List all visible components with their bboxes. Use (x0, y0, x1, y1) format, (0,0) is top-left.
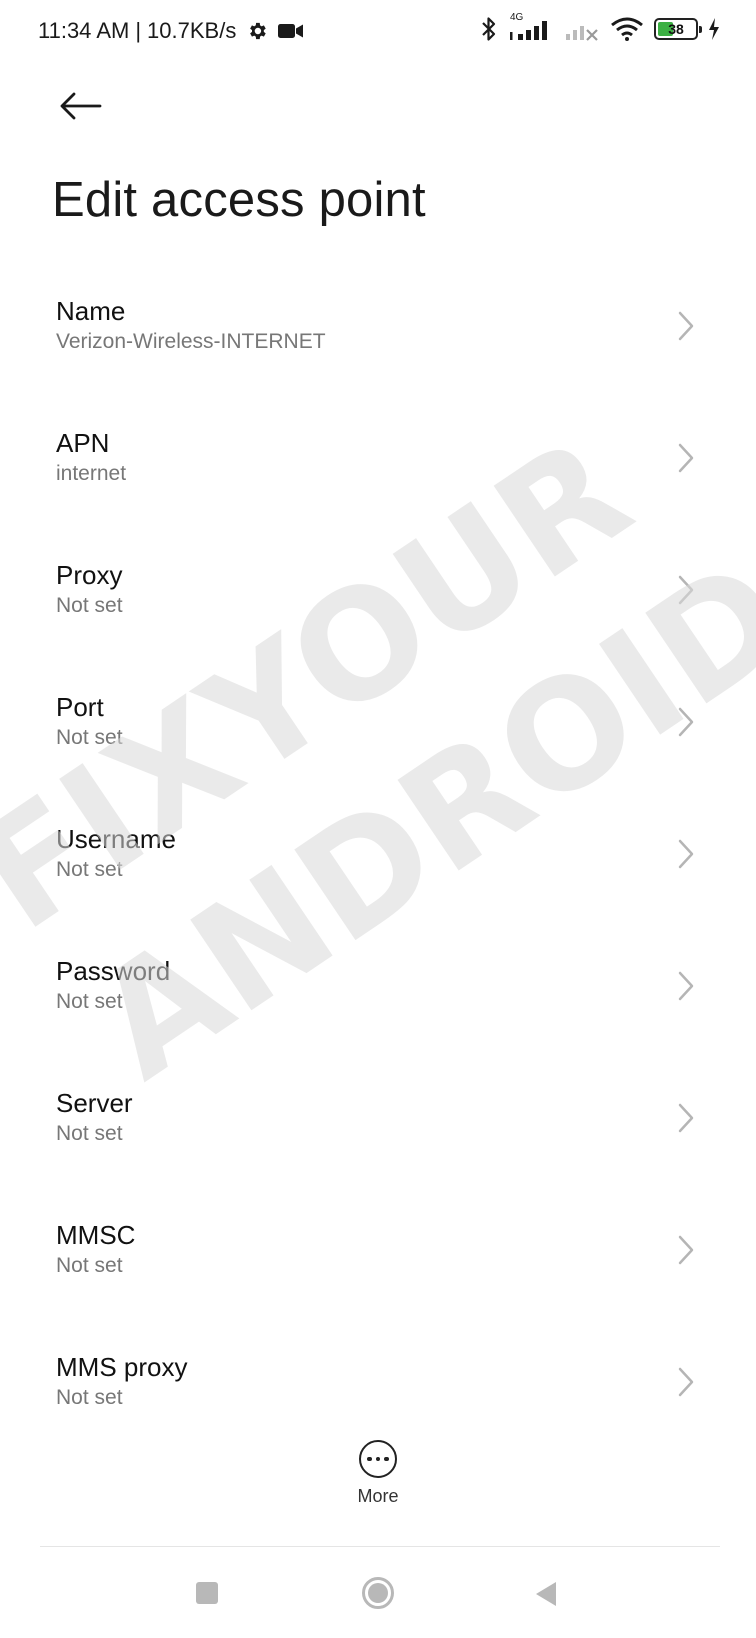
setting-row-mmsc[interactable]: MMSC Not set (0, 1194, 756, 1326)
status-right: 4G 38 (480, 12, 720, 42)
setting-value: Not set (56, 594, 123, 617)
chevron-right-icon (678, 971, 694, 1001)
setting-value: Not set (56, 990, 123, 1013)
setting-value: Verizon-Wireless-INTERNET (56, 330, 326, 353)
setting-row-server[interactable]: Server Not set (0, 1062, 756, 1194)
more-button[interactable]: More (338, 1440, 418, 1518)
more-label: More (357, 1486, 399, 1506)
more-dots-icon (359, 1440, 397, 1478)
setting-row-name[interactable]: Name Verizon-Wireless-INTERNET (0, 270, 756, 402)
status-bar: 11:34 AM | 10.7KB/s 4G 38 (0, 0, 756, 66)
settings-list: Name Verizon-Wireless-INTERNET APN inter… (0, 270, 756, 1458)
setting-label: Port (56, 692, 104, 722)
setting-row-password[interactable]: Password Not set (0, 930, 756, 1062)
signal-no-service-icon (566, 26, 598, 41)
battery-level: 38 (668, 21, 684, 37)
setting-row-proxy[interactable]: Proxy Not set (0, 534, 756, 666)
status-net-speed: 10.7KB/s (147, 18, 237, 43)
chevron-right-icon (678, 707, 694, 737)
back-triangle-icon[interactable] (536, 1582, 556, 1606)
signal-4g-icon: 4G (508, 12, 554, 42)
status-time: 11:34 AM (38, 18, 130, 43)
nav-divider (40, 1546, 720, 1547)
battery-icon: 38 (654, 18, 702, 40)
setting-label: Password (56, 956, 171, 986)
setting-label: MMS proxy (56, 1352, 188, 1382)
bluetooth-icon (482, 17, 496, 41)
setting-value: Not set (56, 1122, 123, 1145)
chevron-right-icon (678, 443, 694, 473)
more-dot (367, 1456, 372, 1462)
setting-value: Not set (56, 726, 123, 749)
battery-tip (699, 26, 702, 33)
setting-label: Server (56, 1088, 133, 1118)
home-circle-icon[interactable] (362, 1577, 394, 1609)
page-title: Edit access point (52, 173, 426, 227)
arrow-left-icon (60, 92, 102, 120)
setting-label: APN (56, 428, 110, 458)
setting-value: Not set (56, 1386, 123, 1409)
setting-row-port[interactable]: Port Not set (0, 666, 756, 798)
setting-value: Not set (56, 858, 123, 881)
video-camera-icon (278, 24, 304, 38)
charging-icon (709, 18, 719, 40)
wifi-icon (611, 17, 643, 41)
home-circle-inner (368, 1583, 388, 1603)
status-left: 11:34 AM | 10.7KB/s (38, 18, 304, 44)
setting-label: Username (56, 824, 176, 854)
chevron-right-icon (678, 1103, 694, 1133)
setting-row-apn[interactable]: APN internet (0, 402, 756, 534)
setting-label: Name (56, 296, 126, 326)
status-separator: | (135, 18, 142, 43)
recents-square-icon[interactable] (196, 1582, 218, 1604)
chevron-right-icon (678, 1235, 694, 1265)
chevron-right-icon (678, 575, 694, 605)
setting-value: internet (56, 462, 127, 485)
back-button[interactable] (54, 84, 108, 128)
more-dot (384, 1456, 389, 1462)
chevron-right-icon (678, 1367, 694, 1397)
setting-label: Proxy (56, 560, 123, 590)
setting-label: MMSC (56, 1220, 136, 1250)
chevron-right-icon (678, 839, 694, 869)
more-dot (375, 1456, 381, 1462)
settings-gear-icon (250, 22, 267, 40)
setting-value: Not set (56, 1254, 123, 1277)
setting-row-username[interactable]: Username Not set (0, 798, 756, 930)
chevron-right-icon (678, 311, 694, 341)
setting-row-mms-proxy[interactable]: MMS proxy Not set (0, 1326, 756, 1458)
navigation-bar (0, 1560, 756, 1638)
